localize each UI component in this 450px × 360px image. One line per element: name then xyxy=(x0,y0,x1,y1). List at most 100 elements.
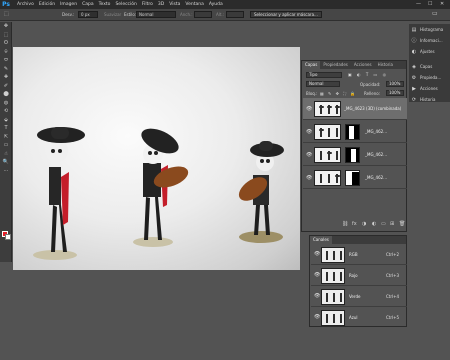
fx-icon[interactable]: fx xyxy=(352,221,357,227)
layer-row[interactable]: 👁 _MG_462... xyxy=(303,121,407,143)
zoom-tool-icon[interactable]: 🔍 xyxy=(0,158,12,167)
adjustment-layer-icon[interactable]: ◐ xyxy=(372,221,376,227)
dock-historia[interactable]: ⟳ Historia xyxy=(409,94,450,105)
hand-tool-icon[interactable]: ☝ xyxy=(0,150,12,159)
menu-imagen[interactable]: Imagen xyxy=(60,2,77,7)
move-tool-icon[interactable]: ✥ xyxy=(0,22,12,31)
healing-tool-icon[interactable]: ✚ xyxy=(0,73,12,82)
tab-acciones[interactable]: Acciones xyxy=(351,61,375,69)
layer-filter-select[interactable]: Tipo xyxy=(306,72,342,78)
history-brush-tool-icon[interactable]: ◍ xyxy=(0,99,12,108)
tab-historia[interactable]: Historia xyxy=(375,61,396,69)
figure-3-legs xyxy=(254,205,270,235)
dock-informacion[interactable]: ⓘ Informaci... xyxy=(409,35,450,46)
brush-tool-icon[interactable]: ✐ xyxy=(0,82,12,91)
new-layer-icon[interactable]: ⊞ xyxy=(390,221,394,227)
layers-panel-tabs: Capas Propiedades Acciones Historia xyxy=(302,61,406,69)
visibility-eye-icon[interactable]: 👁 xyxy=(314,293,320,299)
layers-icon: ◈ xyxy=(412,63,416,70)
visibility-eye-icon[interactable]: 👁 xyxy=(314,314,320,320)
gradient-tool-icon[interactable]: ⬙ xyxy=(0,116,12,125)
layer-row[interactable]: 👁 _MG_4623 (3D) (combinada) xyxy=(303,98,407,120)
menu-vista[interactable]: Vista xyxy=(169,2,180,7)
shape-tool-icon[interactable]: ▭ xyxy=(0,141,12,150)
desvan-label: Desv.: xyxy=(62,12,75,17)
layer-name[interactable]: _MG_462... xyxy=(365,152,387,157)
fill-input[interactable]: 100% xyxy=(386,90,404,96)
add-mask-icon[interactable]: ◑ xyxy=(362,221,366,227)
menu-ventana[interactable]: Ventana xyxy=(185,2,203,7)
dock-capas[interactable]: ◈ Capas xyxy=(409,61,450,72)
visibility-eye-icon[interactable]: 👁 xyxy=(314,251,320,257)
quick-select-tool-icon[interactable]: ⌾ xyxy=(0,48,12,57)
estilo-select[interactable]: Normal xyxy=(136,11,176,18)
layer-row[interactable]: 👁 _MG_462... xyxy=(303,167,407,189)
eyedropper-tool-icon[interactable]: ✎ xyxy=(0,65,12,74)
maximize-button[interactable]: ☐ xyxy=(428,1,432,7)
visibility-eye-icon[interactable]: 👁 xyxy=(306,175,312,181)
visibility-eye-icon[interactable]: 👁 xyxy=(306,129,312,135)
menu-ayuda[interactable]: Ayuda xyxy=(209,2,223,7)
more-tools-icon[interactable]: ⋯ xyxy=(0,167,12,176)
menu-filtro[interactable]: Filtro xyxy=(142,2,153,7)
trash-icon[interactable]: 🗑 xyxy=(399,221,405,227)
marquee-tool-icon[interactable]: ⬚ xyxy=(0,31,12,40)
anch-label: Anch.: xyxy=(180,12,193,17)
layer-name[interactable]: _MG_462... xyxy=(365,175,387,180)
channel-row-verde[interactable]: 👁 Verde Ctrl+4 xyxy=(311,287,407,307)
channel-row-azul[interactable]: 👁 Azul Ctrl+5 xyxy=(311,308,407,328)
layer-row[interactable]: 👁 _MG_462... xyxy=(303,144,407,166)
layer-mask-thumbnail[interactable] xyxy=(345,170,360,186)
visibility-eye-icon[interactable]: 👁 xyxy=(314,272,320,278)
blend-mode-select[interactable]: Normal xyxy=(306,81,340,87)
layer-name[interactable]: _MG_4623 (3D) (combinada) xyxy=(344,106,401,111)
close-button[interactable]: ✕ xyxy=(440,1,444,7)
path-select-tool-icon[interactable]: ⇱ xyxy=(0,133,12,142)
opacity-input[interactable]: 100% xyxy=(386,81,404,87)
suavizar-checkbox[interactable]: Suavizar xyxy=(104,12,121,17)
document-canvas[interactable] xyxy=(13,47,300,270)
tab-canales[interactable]: Canales xyxy=(310,236,332,244)
visibility-eye-icon[interactable]: 👁 xyxy=(306,152,312,158)
menu-texto[interactable]: Texto xyxy=(99,2,111,7)
layer-name[interactable]: _MG_462... xyxy=(365,129,387,134)
workspace-icon[interactable]: ▭ xyxy=(432,10,438,17)
crop-tool-icon[interactable]: ⬭ xyxy=(0,56,12,65)
eraser-tool-icon[interactable]: ⟲ xyxy=(0,107,12,116)
lasso-tool-icon[interactable]: ʘ xyxy=(0,39,12,48)
figure-1-hat-crown xyxy=(51,127,69,139)
desvan-input[interactable]: 0 px xyxy=(78,11,98,18)
menu-archivo[interactable]: Archivo xyxy=(17,2,34,7)
type-tool-icon[interactable]: T xyxy=(0,124,12,133)
dock-histograma[interactable]: ▤ Histograma xyxy=(409,24,450,35)
tab-capas[interactable]: Capas xyxy=(302,61,321,69)
options-bar: ⬚ Desv.: 0 px Suavizar Estilo: Normal An… xyxy=(0,9,450,21)
lock-icons[interactable]: ▦ ✎ ✥ ⛶ 🔒 xyxy=(320,91,357,96)
stamp-tool-icon[interactable]: ⬤ xyxy=(0,90,12,99)
select-and-mask-button[interactable]: Seleccionar y aplicar máscara... xyxy=(250,11,322,18)
dock-acciones[interactable]: ▶ Acciones xyxy=(409,83,450,94)
menu-seleccion[interactable]: Selección xyxy=(115,2,136,7)
dock-ajustes[interactable]: ◐ Ajustes xyxy=(409,46,450,57)
menu-3d[interactable]: 3D xyxy=(158,2,164,7)
adjustments-icon: ◐ xyxy=(411,48,417,55)
channel-thumbnail xyxy=(321,247,345,263)
new-group-icon[interactable]: ▭ xyxy=(381,221,386,227)
menu-edicion[interactable]: Edición xyxy=(39,2,55,7)
marquee-tool-icon[interactable]: ⬚ xyxy=(4,11,9,17)
menu-capa[interactable]: Capa xyxy=(82,2,94,7)
channel-row-rgb[interactable]: 👁 RGB Ctrl+2 xyxy=(311,245,407,265)
visibility-eye-icon[interactable]: 👁 xyxy=(306,106,312,112)
canvas-photo xyxy=(33,127,284,260)
dock-propiedades[interactable]: ⚙ Propieda... xyxy=(409,72,450,83)
layer-mask-thumbnail[interactable] xyxy=(345,124,360,140)
channel-row-rojo[interactable]: 👁 Rojo Ctrl+3 xyxy=(311,266,407,286)
link-layers-icon[interactable]: ⛓ xyxy=(342,221,348,227)
tab-propiedades[interactable]: Propiedades xyxy=(320,61,351,69)
filter-icons[interactable]: ▣ ◐ T ▭ ◎ xyxy=(348,72,388,77)
anch-input[interactable] xyxy=(194,11,212,18)
minimize-button[interactable]: — xyxy=(416,1,421,7)
layer-mask-thumbnail[interactable] xyxy=(345,147,360,163)
background-color-swatch[interactable] xyxy=(5,234,11,240)
alt-input[interactable] xyxy=(226,11,244,18)
